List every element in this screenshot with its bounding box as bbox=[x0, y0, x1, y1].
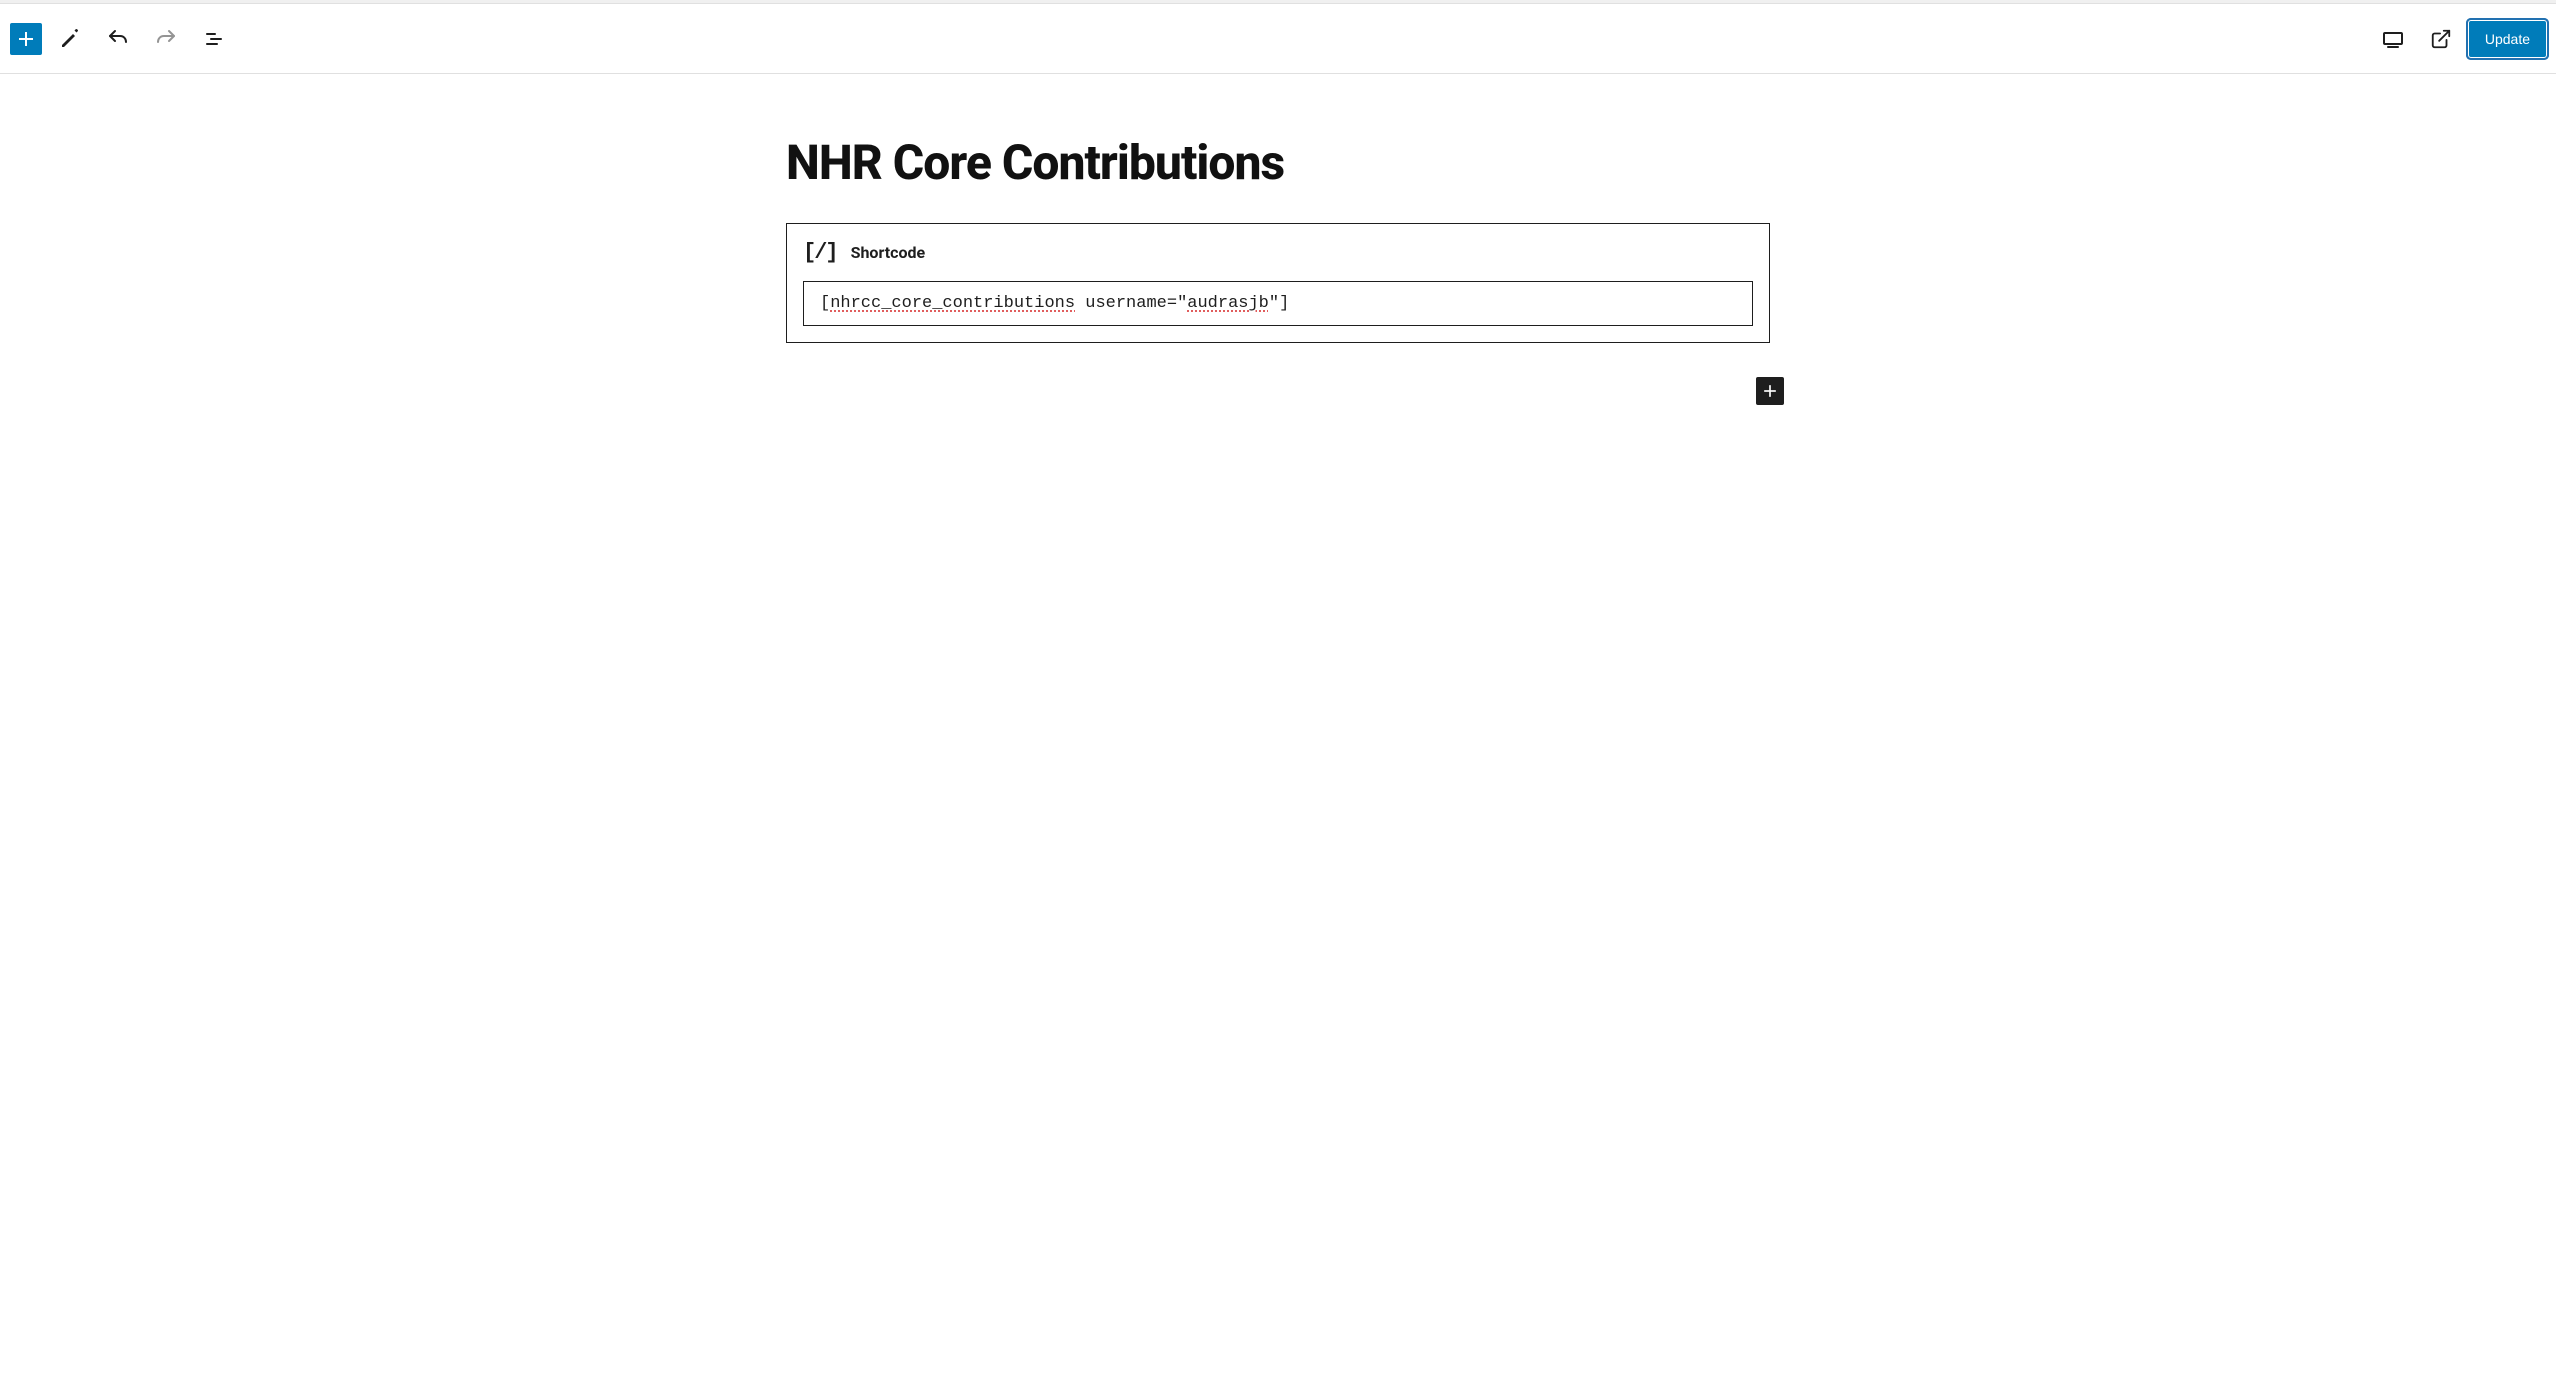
document-overview-button[interactable] bbox=[194, 19, 234, 59]
shortcode-bracket: [ bbox=[820, 294, 830, 313]
pencil-icon bbox=[58, 27, 82, 51]
shortcode-icon: [/] bbox=[803, 240, 837, 265]
shortcode-tag-name: nhrcc_core_contributions bbox=[830, 294, 1075, 313]
redo-button[interactable] bbox=[146, 19, 186, 59]
shortcode-block[interactable]: [/] Shortcode [nhrcc_core_contributions … bbox=[786, 223, 1770, 343]
editor-content: NHR Core Contributions [/] Shortcode [nh… bbox=[786, 74, 1770, 383]
add-block-button[interactable] bbox=[10, 23, 42, 55]
editor-toolbar: Update bbox=[0, 4, 2556, 74]
view-button[interactable] bbox=[2373, 19, 2413, 59]
content-wrapper: [/] Shortcode [nhrcc_core_contributions … bbox=[786, 223, 1770, 343]
add-block-inline-button[interactable] bbox=[1756, 377, 1784, 405]
toolbar-right-group: Update bbox=[2373, 19, 2546, 59]
tools-button[interactable] bbox=[50, 19, 90, 59]
redo-icon bbox=[154, 27, 178, 51]
desktop-icon bbox=[2381, 27, 2405, 51]
plus-icon bbox=[1760, 381, 1780, 401]
shortcode-block-label: Shortcode bbox=[851, 243, 926, 262]
preview-button[interactable] bbox=[2421, 19, 2461, 59]
shortcode-input-wrapper[interactable]: [nhrcc_core_contributions username="audr… bbox=[803, 281, 1753, 326]
shortcode-close-bracket: "] bbox=[1269, 294, 1289, 313]
toolbar-left-group bbox=[10, 19, 234, 59]
undo-icon bbox=[106, 27, 130, 51]
shortcode-input[interactable]: [nhrcc_core_contributions username="audr… bbox=[820, 294, 1736, 313]
undo-button[interactable] bbox=[98, 19, 138, 59]
shortcode-attr: username=" bbox=[1075, 294, 1187, 313]
shortcode-block-header: [/] Shortcode bbox=[803, 240, 1753, 265]
update-button[interactable]: Update bbox=[2469, 21, 2546, 57]
list-view-icon bbox=[202, 27, 226, 51]
plus-icon bbox=[14, 27, 38, 51]
shortcode-username-value: audrasjb bbox=[1187, 294, 1269, 313]
page-title[interactable]: NHR Core Contributions bbox=[786, 134, 1770, 191]
external-link-icon bbox=[2430, 28, 2452, 50]
